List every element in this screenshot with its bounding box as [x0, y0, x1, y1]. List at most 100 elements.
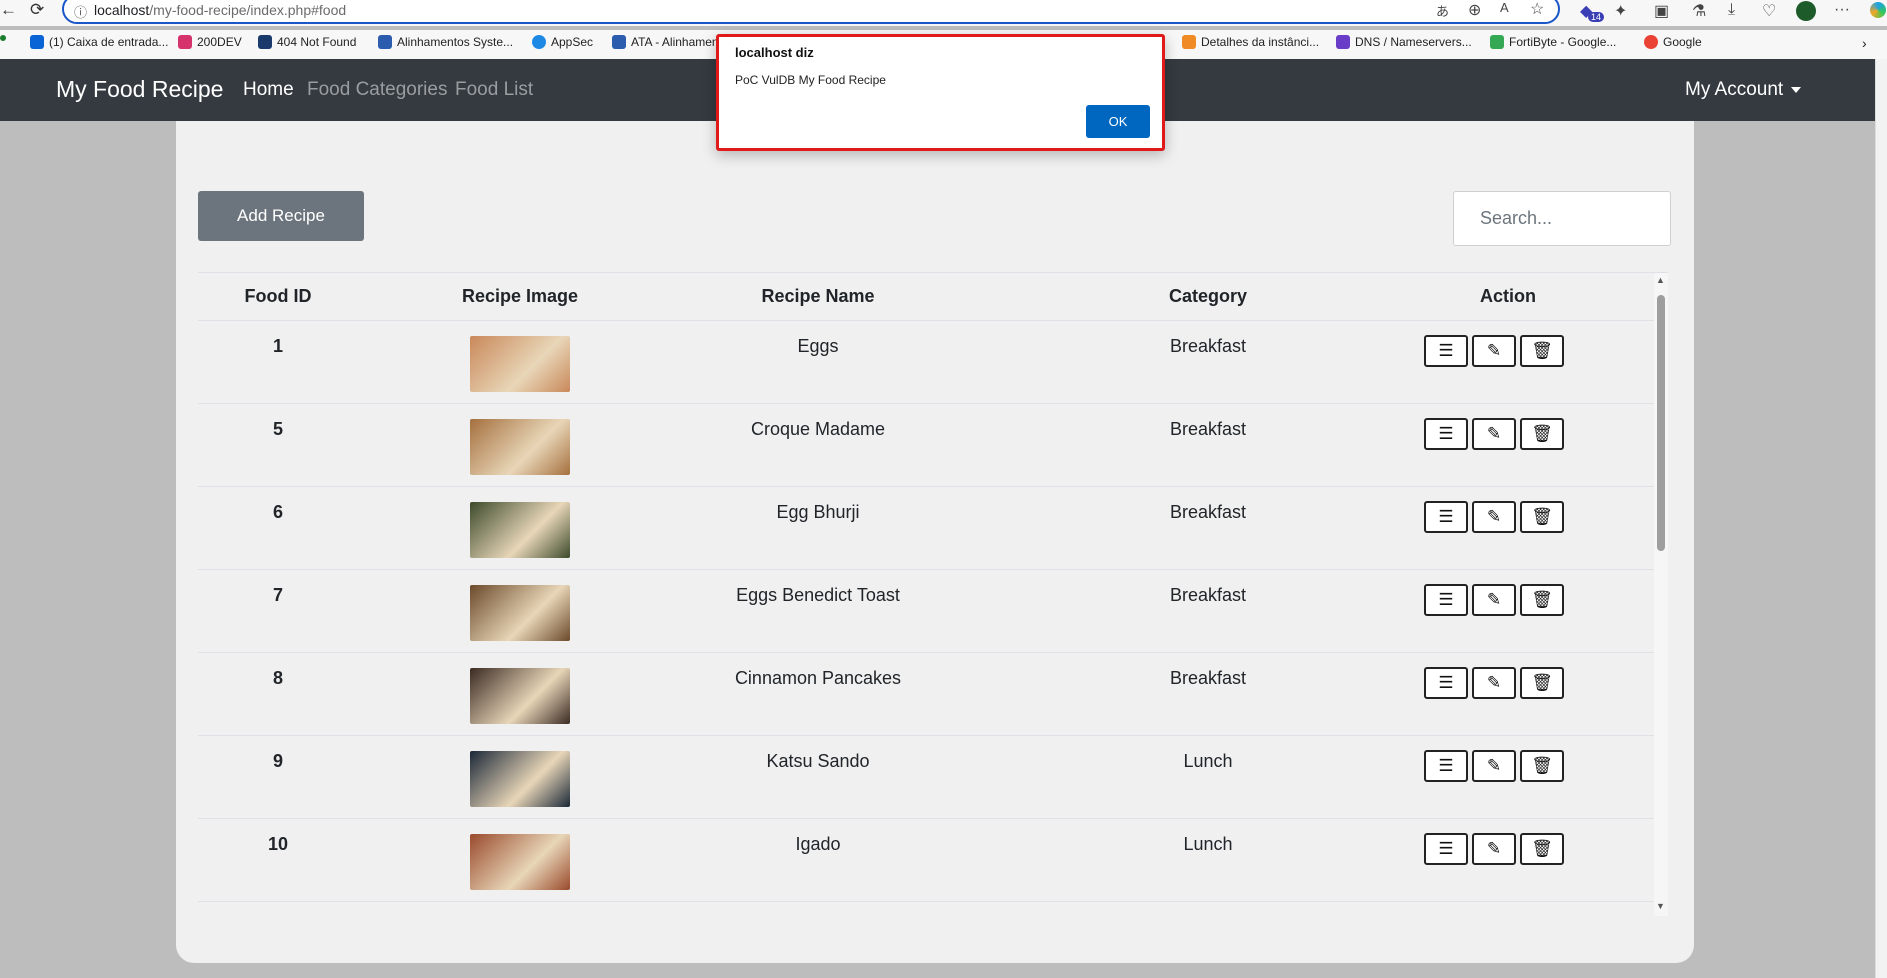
- edit-button[interactable]: ✎: [1472, 584, 1516, 616]
- food-id-cell: 5: [272, 419, 283, 439]
- recipe-thumbnail: [470, 585, 570, 641]
- dialog-title: localhost diz: [735, 45, 814, 60]
- view-details-button[interactable]: ☰: [1424, 584, 1468, 616]
- delete-button[interactable]: 🗑: [1520, 584, 1564, 616]
- delete-button[interactable]: 🗑: [1520, 667, 1564, 699]
- nav-home[interactable]: Home: [243, 79, 294, 101]
- list-icon: ☰: [1438, 839, 1454, 858]
- extensions-puzzle-icon[interactable]: ✦: [1614, 1, 1627, 21]
- view-details-button[interactable]: ☰: [1424, 750, 1468, 782]
- trash-icon: 🗑: [1531, 507, 1553, 526]
- brand-logo[interactable]: My Food Recipe: [56, 76, 223, 103]
- address-bar[interactable]: ⓘ localhost/my-food-recipe/index.php#foo…: [62, 0, 1560, 24]
- delete-button[interactable]: 🗑: [1520, 833, 1564, 865]
- trash-icon: 🗑: [1531, 590, 1553, 609]
- scrollbar-thumb[interactable]: [1657, 295, 1665, 551]
- search-input[interactable]: [1453, 191, 1671, 246]
- trash-icon: 🗑: [1531, 839, 1553, 858]
- bookmark-item[interactable]: Detalhes da instânci...: [1182, 35, 1319, 49]
- nav-food-categories[interactable]: Food Categories: [307, 79, 447, 101]
- bookmark-item[interactable]: 404 Not Found: [258, 35, 356, 49]
- read-aloud-icon[interactable]: あ: [1436, 1, 1449, 20]
- edit-button[interactable]: ✎: [1472, 501, 1516, 533]
- bookmark-favicon-icon: [1336, 35, 1350, 49]
- bookmark-favicon-icon: [612, 35, 626, 49]
- recipe-card: Add Recipe Food ID Recipe Image Recipe N…: [176, 121, 1694, 963]
- recipe-table: Food ID Recipe Image Recipe Name Categor…: [198, 272, 1668, 916]
- view-details-button[interactable]: ☰: [1424, 418, 1468, 450]
- table-row: 5 Croque Madame Breakfast ☰ ✎ 🗑: [198, 404, 1654, 487]
- bookmark-item[interactable]: DNS / Nameservers...: [1336, 35, 1472, 49]
- pencil-icon: ✎: [1486, 673, 1502, 692]
- nav-food-list[interactable]: Food List: [455, 79, 533, 101]
- table-row: 6 Egg Bhurji Breakfast ☰ ✎ 🗑: [198, 487, 1654, 570]
- browser-essentials-icon[interactable]: ♡: [1762, 1, 1776, 21]
- table-row: 11Pork AdoboLunch☰✎🗑: [198, 902, 1654, 916]
- list-icon: ☰: [1438, 673, 1454, 692]
- food-id-cell: 10: [267, 834, 289, 854]
- table-row: 8 Cinnamon Pancakes Breakfast ☰ ✎ 🗑: [198, 653, 1654, 736]
- collections-icon[interactable]: ⚗: [1692, 1, 1706, 21]
- header-category: Category: [1168, 286, 1248, 306]
- bookmark-item[interactable]: 200DEV: [178, 35, 242, 49]
- edit-button[interactable]: ✎: [1472, 667, 1516, 699]
- copilot-icon[interactable]: [1870, 2, 1886, 18]
- delete-button[interactable]: 🗑: [1520, 750, 1564, 782]
- immersive-reader-icon[interactable]: A: [1500, 0, 1509, 15]
- pencil-icon: ✎: [1486, 424, 1502, 443]
- bookmark-item[interactable]: FortiByte - Google...: [1490, 35, 1616, 49]
- profile-avatar[interactable]: [1796, 1, 1816, 21]
- bookmark-item[interactable]: (1) Caixa de entrada...: [30, 35, 168, 49]
- my-account-dropdown[interactable]: My Account: [1685, 79, 1802, 101]
- header-recipe-name: Recipe Name: [761, 286, 875, 306]
- delete-button[interactable]: 🗑: [1520, 418, 1564, 450]
- zoom-icon[interactable]: ⊕: [1468, 0, 1481, 20]
- recipe-thumbnail: [470, 336, 570, 392]
- caret-down-icon: [1791, 86, 1802, 93]
- bookmark-item[interactable]: AppSec: [532, 35, 593, 49]
- bookmark-item[interactable]: ATA - Alinhamen: [612, 35, 719, 49]
- recipe-name-cell: Cinnamon Pancakes: [734, 668, 902, 688]
- add-recipe-button[interactable]: Add Recipe: [198, 191, 364, 241]
- edit-button[interactable]: ✎: [1472, 750, 1516, 782]
- scroll-down-icon[interactable]: ▼: [1656, 901, 1665, 911]
- delete-button[interactable]: 🗑: [1520, 501, 1564, 533]
- pencil-icon: ✎: [1486, 839, 1502, 858]
- ok-button[interactable]: OK: [1086, 105, 1150, 138]
- view-details-button[interactable]: ☰: [1424, 833, 1468, 865]
- recipe-name-cell: Croque Madame: [750, 419, 886, 439]
- trash-icon: 🗑: [1531, 756, 1553, 775]
- food-id-cell: 1: [272, 336, 283, 356]
- view-details-button[interactable]: ☰: [1424, 335, 1468, 367]
- header-recipe-image: Recipe Image: [461, 286, 579, 306]
- downloads-icon[interactable]: ⤓: [1728, 1, 1735, 19]
- split-screen-icon[interactable]: ▣: [1654, 1, 1669, 21]
- reload-icon[interactable]: ⟳: [30, 0, 44, 20]
- edit-button[interactable]: ✎: [1472, 833, 1516, 865]
- view-details-button[interactable]: ☰: [1424, 667, 1468, 699]
- site-info-icon[interactable]: ⓘ: [74, 2, 87, 21]
- favorite-star-icon[interactable]: ☆: [1530, 0, 1544, 19]
- category-cell: Lunch: [1183, 751, 1233, 771]
- category-cell: Breakfast: [1169, 336, 1247, 356]
- scroll-up-icon[interactable]: ▲: [1656, 275, 1665, 285]
- back-icon[interactable]: ←: [0, 0, 17, 20]
- bookmark-favicon-icon: [1490, 35, 1504, 49]
- edit-button[interactable]: ✎: [1472, 335, 1516, 367]
- edit-button[interactable]: ✎: [1472, 418, 1516, 450]
- side-panel-strip: [1875, 59, 1887, 978]
- recipe-name-cell: Eggs: [797, 336, 839, 356]
- view-details-button[interactable]: ☰: [1424, 501, 1468, 533]
- recipe-name-cell: Igado: [795, 834, 841, 854]
- bookmark-item[interactable]: Alinhamentos Syste...: [378, 35, 513, 49]
- delete-button[interactable]: 🗑: [1520, 335, 1564, 367]
- table-scrollbar[interactable]: ▲ ▼: [1654, 273, 1668, 916]
- more-menu-icon[interactable]: ···: [1834, 1, 1850, 19]
- food-id-cell: 7: [272, 585, 283, 605]
- bookmarks-overflow-icon[interactable]: ›: [1862, 35, 1867, 51]
- category-cell: Breakfast: [1169, 585, 1247, 605]
- bookmark-item[interactable]: Google: [1644, 35, 1702, 49]
- recipe-thumbnail: [470, 668, 570, 724]
- list-icon: ☰: [1438, 590, 1454, 609]
- trash-icon: 🗑: [1531, 424, 1553, 443]
